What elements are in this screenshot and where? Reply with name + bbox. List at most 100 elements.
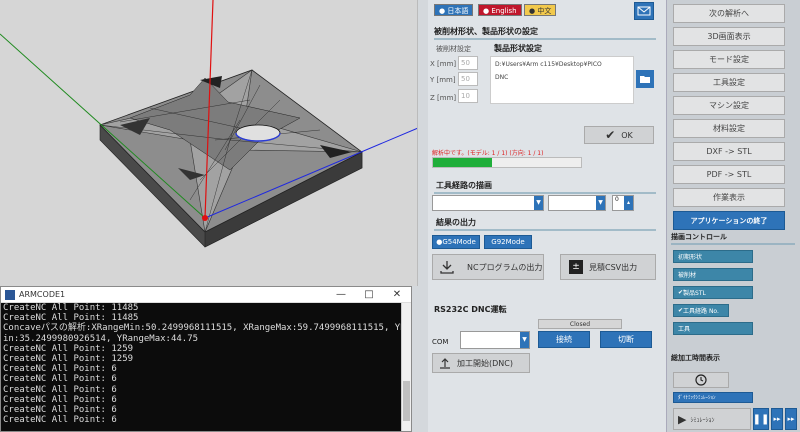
step-button[interactable]: ▸▸	[771, 408, 783, 430]
dnc-start-button[interactable]: 加工開始(DNC)	[432, 353, 530, 373]
fast-forward-button[interactable]: ▸▸	[785, 408, 797, 430]
csv-output-label: 見積CSV出力	[589, 262, 638, 272]
ok-label: OK	[621, 130, 633, 140]
console-line: CreateNC All Point: 6	[3, 405, 117, 416]
calculator-icon: ±	[569, 260, 583, 274]
console-line: CreateNC All Point: 6	[3, 384, 117, 395]
console-line: CreateNC All Point: 11485	[3, 313, 139, 324]
product-label: 製品形状設定	[494, 44, 542, 53]
divider	[434, 192, 656, 194]
ok-button[interactable]: ✔ OK	[584, 126, 654, 144]
nc-output-button[interactable]: NCプログラムの出力	[432, 254, 544, 280]
3d-viewport[interactable]	[0, 0, 418, 286]
close-button[interactable]: ✕	[383, 289, 411, 300]
next-analysis-button[interactable]: 次の解析へ	[673, 4, 785, 23]
console-window[interactable]: ARMCODE1 — □ ✕ CreateNC All Point: 11485…	[0, 286, 412, 432]
g92-label: G92Mode	[491, 238, 525, 246]
g92-mode-button[interactable]: G92Mode	[484, 235, 532, 249]
console-output: CreateNC All Point: 11485 CreateNC All P…	[1, 303, 401, 431]
time-display-button[interactable]	[673, 372, 729, 388]
toggle-toolpath-no[interactable]: ✔ 工具経路 No.	[673, 304, 729, 317]
3d-view-button[interactable]: 3D画面表示	[673, 27, 785, 46]
quit-app-button[interactable]: アプリケーションの終了	[673, 211, 785, 230]
nc-output-label: NCプログラムの出力	[467, 262, 543, 272]
app-icon	[5, 289, 15, 300]
disconnect-button[interactable]: 切断	[600, 331, 652, 348]
lang-english-button[interactable]: ● English	[478, 4, 522, 16]
pdf-to-stl-button[interactable]: PDF -> STL	[673, 165, 785, 184]
console-line: CreateNC All Point: 6	[3, 415, 117, 426]
dnc-status: Closed	[538, 319, 622, 329]
lang-japanese-button[interactable]: ● 日本語	[434, 4, 474, 16]
chevron-down-icon: ▼	[520, 332, 529, 348]
check-icon: ✔	[605, 128, 616, 142]
console-line: CreateNC All Point: 6	[3, 364, 117, 375]
sim-label: ｼﾐｭﾚｰｼｮﾝ	[690, 416, 715, 424]
toolpath-select-2[interactable]: ▼	[548, 195, 606, 211]
dnc-title: RS232C DNC運転	[434, 305, 507, 314]
console-title: ARMCODE1	[19, 290, 66, 299]
dnc-start-label: 加工開始(DNC)	[457, 358, 513, 368]
pause-icon: ❚❚	[752, 413, 770, 425]
chevron-down-icon: ▼	[534, 196, 543, 210]
lang-label: 日本語	[447, 7, 469, 15]
progress-status: 解析中です。(モデル: 1 / 1) (方向: 1 / 1)	[432, 150, 544, 157]
output-title: 結果の出力	[436, 218, 476, 227]
download-icon	[440, 261, 454, 274]
toggle-workpiece[interactable]: 被削材	[673, 268, 753, 281]
toggle-label: 製品STL	[683, 290, 706, 297]
console-scrollbar[interactable]	[401, 303, 411, 431]
divider	[434, 38, 656, 40]
folder-icon	[640, 76, 650, 83]
x-input[interactable]: 50	[458, 56, 478, 70]
shape-section-title: 被削材形状、製品形状の設定	[434, 27, 538, 36]
console-line: CreateNC All Point: 6	[3, 374, 117, 385]
g54-mode-button[interactable]: ● G54Mode	[432, 235, 480, 249]
work-label: 被削材設定	[436, 45, 471, 53]
minimize-button[interactable]: —	[327, 289, 355, 300]
g54-label: G54Mode	[442, 238, 476, 246]
toggle-product-stl[interactable]: ✔ 製品STL	[673, 286, 753, 299]
clock-icon	[695, 374, 707, 386]
connect-button[interactable]: 接続	[538, 331, 590, 348]
tool-settings-button[interactable]: 工具設定	[673, 73, 785, 92]
work-view-button[interactable]: 作業表示	[673, 188, 785, 207]
dxf-to-stl-button[interactable]: DXF -> STL	[673, 142, 785, 161]
browse-button[interactable]	[636, 70, 654, 88]
z-label: Z [mm]	[430, 94, 457, 102]
scrollbar-thumb[interactable]	[403, 381, 410, 421]
csv-output-button[interactable]: ± 見積CSV出力	[560, 254, 656, 280]
machine-settings-button[interactable]: マシン設定	[673, 96, 785, 115]
settings-panel: ● 日本語 ● English ● 中文 被削材形状、製品形状の設定 被削材設定…	[428, 0, 666, 432]
spinner-icon: ▴	[624, 196, 633, 210]
simulation-play-button[interactable]: ▶ ｼﾐｭﾚｰｼｮﾝ	[673, 408, 751, 430]
mode-settings-button[interactable]: モード設定	[673, 50, 785, 69]
product-path-field[interactable]: D:¥Users¥Arm c115¥Desktop¥PICO DNC	[490, 56, 634, 104]
path-text-2: DNC	[495, 74, 509, 81]
mail-button[interactable]	[634, 2, 654, 20]
lang-label: 中文	[537, 7, 552, 15]
mail-icon	[637, 6, 651, 16]
console-line: CreateNC All Point: 1259	[3, 354, 134, 365]
divider	[671, 243, 795, 245]
dynamic-sim-toggle[interactable]: ﾀﾞｲﾅﾐｯｸｼﾐｭﾚｰｼｮﾝ	[673, 392, 753, 403]
toggle-initial-shape[interactable]: 初期形状	[673, 250, 753, 263]
toolpath-select-1[interactable]: ▼	[432, 195, 544, 211]
play-icon: ▶	[678, 412, 687, 426]
toolpath-number[interactable]: 0 ▴	[612, 195, 634, 211]
console-line: in:35.2499980926514, YRangeMax:44.75	[3, 333, 199, 344]
progress-fill	[433, 158, 493, 167]
time-title: 総加工時間表示	[671, 354, 720, 362]
upload-icon	[440, 358, 450, 369]
console-titlebar[interactable]: ARMCODE1 — □ ✕	[1, 287, 411, 303]
maximize-button[interactable]: □	[355, 289, 383, 300]
lang-chinese-button[interactable]: ● 中文	[524, 4, 557, 16]
material-settings-button[interactable]: 材料設定	[673, 119, 785, 138]
y-input[interactable]: 50	[458, 72, 478, 86]
com-port-select[interactable]: ▼	[460, 331, 530, 349]
console-line: CreateNC All Point: 6	[3, 394, 117, 405]
pause-button[interactable]: ❚❚	[753, 408, 769, 430]
divider	[434, 229, 656, 231]
z-input[interactable]: 10	[458, 89, 478, 103]
toggle-tool[interactable]: 工具	[673, 322, 753, 335]
